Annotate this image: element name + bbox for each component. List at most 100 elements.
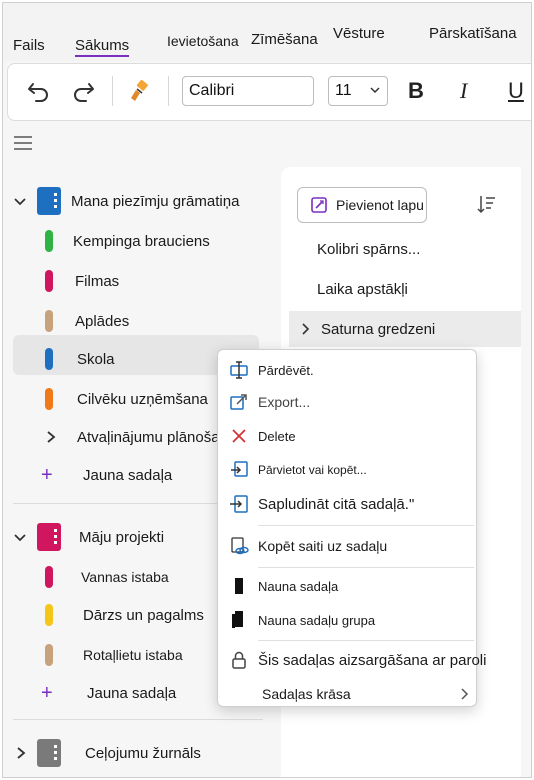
section-name: Rotaļlietu istaba <box>83 647 183 663</box>
section-name: Aplādes <box>75 312 130 330</box>
chevron-right-icon <box>17 747 26 759</box>
format-painter-button[interactable] <box>122 74 156 108</box>
notebook-celojumu-zurnals[interactable]: Ceļojumu žurnāls <box>3 735 263 771</box>
sort-pages-button[interactable] <box>475 193 497 220</box>
chevron-down-icon <box>370 87 380 94</box>
menu-divider <box>258 525 474 526</box>
add-page-label: Pievienot lapu <box>336 197 424 213</box>
toolbar-divider <box>112 76 113 106</box>
color-icon <box>228 683 250 705</box>
section-color-tab <box>45 230 53 252</box>
section-group-atvalinajumu-planosana[interactable]: Atvaļinājumu plānošana <box>3 419 253 455</box>
add-page-button[interactable]: Pievienot lapu <box>297 187 427 223</box>
menu-item-label: Pārvietot vai kopēt... <box>258 463 367 477</box>
section-filmas[interactable]: Filmas <box>3 263 253 299</box>
menu-item-section-color[interactable]: Sadaļas krāsa <box>218 678 476 710</box>
menu-item-label: Export... <box>258 394 311 410</box>
new-section-button[interactable]: + Jauna sadaļa <box>3 675 253 711</box>
menu-item-move-copy[interactable]: Pārvietot vai kopēt... <box>218 454 476 486</box>
notebook-name: Māju projekti <box>79 528 165 546</box>
undo-icon <box>28 83 48 102</box>
menu-item-new-section[interactable]: Nauna sadaļa <box>218 570 476 602</box>
section-name: Kempinga brauciens <box>73 232 210 250</box>
font-size-combo[interactable]: 11 <box>328 76 388 106</box>
menu-divider <box>258 640 474 641</box>
notebook-icon <box>37 523 61 551</box>
section-name: Skola <box>77 350 115 368</box>
menu-item-rename[interactable]: Pārdēvēt. <box>218 354 476 386</box>
menu-item-label: Sapludināt citā sadaļā." <box>258 495 415 513</box>
chevron-down-icon <box>14 198 26 206</box>
section-cilveku-uznemsana[interactable]: Cilvēku uzņēmšana <box>3 381 253 417</box>
menu-item-label: Pārdēvēt. <box>258 362 314 378</box>
page-item[interactable]: Kolibri spārns... <box>317 241 420 258</box>
section-color-tab <box>45 604 53 626</box>
format-painter-icon <box>131 79 148 101</box>
move-copy-icon <box>228 459 250 481</box>
tab-review[interactable]: Pārskatīšana <box>429 25 517 42</box>
section-aplades[interactable]: Aplādes <box>3 303 253 339</box>
notebook-icon <box>37 187 61 215</box>
copy-link-icon <box>228 535 250 557</box>
section-skola[interactable]: Skola <box>3 341 253 377</box>
section-kempinga-brauciens[interactable]: Kempinga brauciens <box>3 223 253 259</box>
menu-item-label: Kopēt saiti uz sadaļu <box>258 538 388 554</box>
new-section-label: Jauna sadaļa <box>83 466 173 484</box>
menu-item-label: Nauna sadaļu grupa <box>258 612 376 628</box>
menu-item-export[interactable]: Export... <box>218 386 476 418</box>
tab-history[interactable]: Vēsture <box>333 25 385 42</box>
plus-icon: + <box>41 463 53 486</box>
section-vannas-istaba[interactable]: Vannas istaba <box>3 559 253 595</box>
menu-item-label: Nauna sadaļa <box>258 578 339 594</box>
menu-item-new-section-group[interactable]: Nauna sadaļu grupa <box>218 604 476 636</box>
onenote-window: Fails Sākums Ievietošana Zīmēšana Vēstur… <box>2 2 532 778</box>
tab-insert[interactable]: Ievietošana <box>167 33 239 49</box>
section-rotallietu-istaba[interactable]: Rotaļlietu istaba <box>3 637 253 673</box>
redo-icon <box>74 83 94 102</box>
italic-button[interactable]: I <box>460 78 467 104</box>
undo-button[interactable] <box>22 74 56 108</box>
tab-file[interactable]: Fails <box>13 37 45 54</box>
toolbar-divider <box>168 76 169 106</box>
menu-item-merge[interactable]: Sapludināt citā sadaļā." <box>218 488 476 520</box>
page-item[interactable]: Saturna gredzeni <box>321 321 435 338</box>
new-section-group-icon <box>228 609 250 631</box>
new-section-icon <box>228 575 250 597</box>
rename-icon <box>228 359 250 381</box>
navigation-toggle-button[interactable] <box>13 135 33 156</box>
section-context-menu: Pārdēvēt. Export... Delete Pārvietot vai… <box>217 349 486 710</box>
page-item[interactable]: Laika apstākļi <box>317 281 408 298</box>
notebook-mana-piezimju-gramatina[interactable]: Mana piezīmju grāmatiņa <box>3 183 263 219</box>
redo-button[interactable] <box>66 74 100 108</box>
bold-button[interactable]: B <box>408 78 424 104</box>
ribbon-tabs: Fails Sākums Ievietošana Zīmēšana Vēstur… <box>3 3 531 61</box>
tab-draw[interactable]: Zīmēšana <box>251 31 318 48</box>
section-darzs-un-pagalms[interactable]: Dārzs un pagalms <box>3 597 253 633</box>
chevron-down-icon <box>14 534 26 542</box>
section-name: Cilvēku uzņēmšana <box>77 390 208 408</box>
section-color-tab <box>45 644 53 666</box>
section-name: Filmas <box>75 272 120 290</box>
chevron-right-icon[interactable] <box>301 323 311 335</box>
lock-icon <box>228 649 250 671</box>
new-section-label: Jauna sadaļa <box>87 684 177 702</box>
menu-divider <box>258 567 474 568</box>
menu-item-label: Sadaļas krāsa <box>262 686 351 702</box>
section-color-tab <box>45 388 53 410</box>
chevron-right-icon <box>47 431 56 443</box>
menu-item-password-protect[interactable]: Šis sadaļas aizsargāšana ar paroli <box>218 644 486 676</box>
menu-item-copy-link[interactable]: Kopēt saiti uz sadaļu <box>218 530 476 562</box>
sort-icon <box>477 196 495 214</box>
underline-button[interactable]: U <box>508 78 524 104</box>
notebook-name: Ceļojumu žurnāls <box>85 744 201 762</box>
section-color-tab <box>45 566 53 588</box>
menu-item-delete[interactable]: Delete <box>218 420 476 452</box>
tab-home[interactable]: Sākums <box>75 37 130 57</box>
delete-icon <box>228 425 250 447</box>
plus-icon: + <box>41 681 53 704</box>
font-name-combo[interactable]: Calibri <box>182 76 314 106</box>
new-section-button[interactable]: + Jauna sadaļa <box>3 457 253 493</box>
hamburger-icon <box>14 136 32 150</box>
add-page-icon <box>311 197 327 213</box>
notebook-icon <box>37 739 61 767</box>
